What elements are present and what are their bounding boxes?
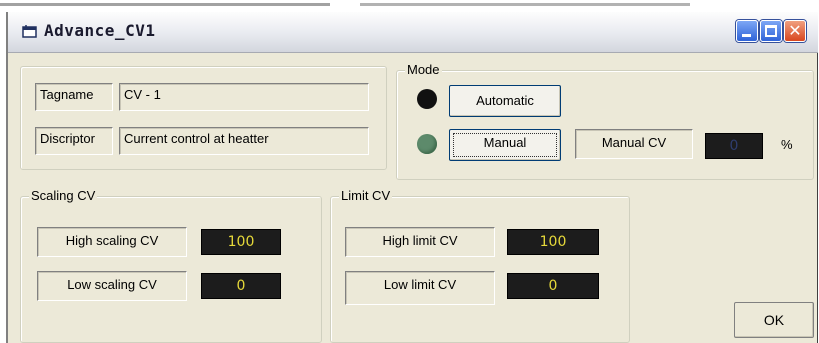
high-scaling-display[interactable]: 100 [201, 229, 281, 255]
close-button[interactable]: ✕ [784, 20, 806, 42]
low-scaling-label: Low scaling CV [37, 271, 187, 301]
manual-button[interactable]: Manual [449, 129, 561, 161]
low-limit-display[interactable]: 0 [507, 273, 599, 299]
percent-label: % [781, 137, 793, 152]
background-strip-line [0, 3, 330, 6]
tagname-label: Tagname [35, 83, 113, 111]
high-limit-label: High limit CV [345, 227, 495, 257]
manual-indicator [417, 134, 437, 154]
close-icon: ✕ [788, 21, 802, 40]
maximize-button[interactable] [760, 20, 782, 42]
tagname-field[interactable]: CV - 1 [119, 83, 369, 111]
descriptor-label: Discriptor [35, 127, 113, 155]
mode-legend: Mode [405, 62, 442, 78]
low-limit-label: Low limit CV [345, 271, 495, 305]
window-icon [22, 25, 37, 38]
minimize-icon [742, 34, 751, 37]
scaling-cv-legend: Scaling CV [29, 188, 98, 204]
automatic-button[interactable]: Automatic [449, 85, 561, 117]
background-strip-line [360, 3, 690, 6]
limit-cv-group: Limit CV High limit CV 100 Low limit CV … [330, 188, 630, 343]
minimize-button[interactable] [736, 20, 758, 42]
dialog-window: Advance_CV1 ✕ Tagname CV - 1 Discriptor … [6, 12, 818, 343]
mode-group: Mode Automatic Manual Manual CV 0 % [396, 62, 814, 180]
high-scaling-label: High scaling CV [37, 227, 187, 257]
ok-button[interactable]: OK [734, 302, 814, 338]
limit-cv-legend: Limit CV [339, 188, 393, 204]
window-title: Advance_CV1 [44, 21, 156, 40]
title-bar[interactable]: Advance_CV1 ✕ [8, 12, 818, 53]
low-scaling-display[interactable]: 0 [201, 273, 281, 299]
maximize-icon [765, 25, 777, 37]
scaling-cv-group: Scaling CV High scaling CV 100 Low scali… [20, 188, 322, 343]
background-strip [0, 0, 819, 12]
high-limit-display[interactable]: 100 [507, 229, 599, 255]
manual-cv-label: Manual CV [575, 129, 693, 159]
manual-cv-display[interactable]: 0 [705, 133, 763, 159]
manual-button-label: Manual [453, 133, 557, 157]
automatic-indicator [417, 89, 437, 109]
descriptor-field[interactable]: Current control at heatter [119, 127, 369, 155]
tag-info-group: Tagname CV - 1 Discriptor Current contro… [20, 66, 387, 170]
